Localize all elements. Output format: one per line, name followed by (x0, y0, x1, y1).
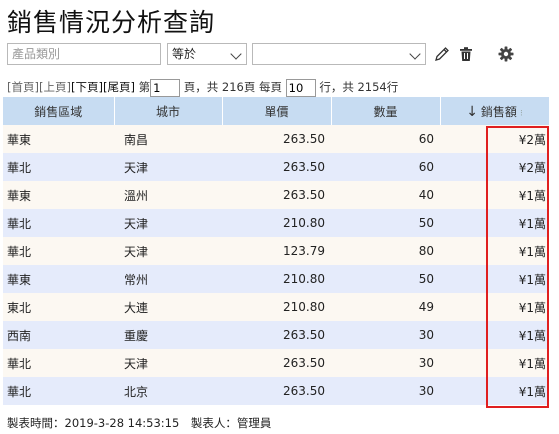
sort-desc-icon: ↓ (466, 103, 478, 120)
cell-city: 大連 (114, 293, 222, 321)
cell-region: 華北 (3, 349, 114, 377)
cell-region: 華北 (3, 209, 114, 237)
table-row[interactable]: 華北 北京 263.50 30 ¥1萬 (3, 377, 549, 405)
first-page-link[interactable]: [首頁] (7, 80, 39, 94)
cell-sales: ¥1萬 (440, 237, 549, 265)
column-header-city[interactable]: 城市 (114, 97, 223, 125)
cell-city: 天津 (114, 349, 222, 377)
cell-region: 華東 (3, 181, 114, 209)
operator-select[interactable]: 等於 (167, 43, 247, 65)
cell-region: 西南 (3, 321, 114, 349)
table-row[interactable]: 華北 天津 263.50 30 ¥1萬 (3, 349, 549, 377)
cell-qty: 60 (331, 125, 440, 153)
cell-region: 華北 (3, 153, 114, 181)
cell-price: 210.80 (222, 209, 331, 237)
cell-price: 263.50 (222, 125, 331, 153)
column-header-region[interactable]: 銷售區域 (3, 97, 115, 125)
report-footer: 製表時間：2019-3-28 14:53:15 製表人：管理員 (7, 416, 272, 430)
cell-qty: 80 (331, 237, 440, 265)
table-row[interactable]: 華北 天津 123.79 80 ¥1萬 (3, 237, 549, 265)
prev-page-link[interactable]: [上頁] (39, 80, 71, 94)
column-header-price[interactable]: 單價 (222, 97, 332, 125)
table-row[interactable]: 東北 大連 210.80 49 ¥1萬 (3, 293, 549, 321)
cell-qty: 30 (331, 377, 440, 405)
cell-city: 南昌 (114, 125, 222, 153)
next-page-link[interactable]: [下頁] (71, 80, 103, 94)
table-row[interactable]: 西南 重慶 263.50 30 ¥1萬 (3, 321, 549, 349)
cell-sales: ¥2萬 (440, 153, 549, 181)
value-select[interactable] (252, 43, 426, 65)
filter-bar: 產品類別 等於 (7, 43, 547, 65)
page-prefix: 第 (138, 80, 151, 94)
cell-qty: 50 (331, 265, 440, 293)
cell-sales: ¥1萬 (440, 293, 549, 321)
cell-price: 263.50 (222, 181, 331, 209)
cell-region: 華北 (3, 377, 114, 405)
cell-price: 210.80 (222, 293, 331, 321)
trash-icon (460, 47, 472, 61)
settings-button[interactable] (495, 43, 517, 65)
cell-price: 210.80 (222, 265, 331, 293)
cell-city: 天津 (114, 209, 222, 237)
last-page-link[interactable]: [尾頁] (103, 80, 135, 94)
pagination-bar: [首頁][上頁][下頁][尾頁] 第 頁，共 216頁 每頁 行，共 2154行 (7, 77, 398, 97)
sales-table: 銷售區域 城市 單價 數量 ↓ 銷售額 ⁝ 華東 南昌 263.50 60 ¥2萬 華北 天津 2… (3, 97, 550, 405)
cell-city: 常州 (114, 265, 222, 293)
page-title: 銷售情況分析查詢 (7, 8, 216, 37)
gear-icon (498, 46, 514, 62)
cell-region: 東北 (3, 293, 114, 321)
cell-price: 263.50 (222, 321, 331, 349)
cell-qty: 50 (331, 209, 440, 237)
chevron-down-icon (409, 48, 421, 60)
rows-summary: 行，共 2154行 (319, 80, 399, 94)
table-row[interactable]: 華東 南昌 263.50 60 ¥2萬 (3, 125, 549, 153)
cell-sales: ¥1萬 (440, 349, 549, 377)
delete-button[interactable] (455, 43, 477, 65)
table-row[interactable]: 華東 溫州 263.50 40 ¥1萬 (3, 181, 549, 209)
sort-handle-icon: ⁝ (519, 108, 523, 119)
cell-region: 華北 (3, 237, 114, 265)
table-row[interactable]: 華北 天津 263.50 60 ¥2萬 (3, 153, 549, 181)
cell-qty: 30 (331, 321, 440, 349)
cell-qty: 49 (331, 293, 440, 321)
rows-per-page-input[interactable] (285, 78, 316, 97)
cell-price: 263.50 (222, 349, 331, 377)
edit-button[interactable] (431, 43, 453, 65)
cell-price: 263.50 (222, 377, 331, 405)
cell-city: 天津 (114, 237, 222, 265)
table-row[interactable]: 華北 天津 210.80 50 ¥1萬 (3, 209, 549, 237)
column-header-sales[interactable]: ↓ 銷售額 ⁝ (440, 97, 550, 125)
table-row[interactable]: 華東 常州 210.80 50 ¥1萬 (3, 265, 549, 293)
page-summary: 頁，共 216頁 每頁 (183, 80, 283, 94)
cell-sales: ¥1萬 (440, 377, 549, 405)
column-header-qty[interactable]: 數量 (331, 97, 441, 125)
page-number-input[interactable] (150, 78, 181, 97)
cell-price: 263.50 (222, 153, 331, 181)
cell-sales: ¥2萬 (440, 125, 549, 153)
table-header-row: 銷售區域 城市 單價 數量 ↓ 銷售額 ⁝ (3, 97, 550, 125)
cell-price: 123.79 (222, 237, 331, 265)
pencil-icon (435, 47, 449, 61)
cell-city: 北京 (114, 377, 222, 405)
cell-city: 重慶 (114, 321, 222, 349)
cell-city: 天津 (114, 153, 222, 181)
cell-qty: 60 (331, 153, 440, 181)
column-header-sales-label: 銷售額 (480, 104, 517, 119)
chevron-down-icon (230, 48, 242, 60)
cell-region: 華東 (3, 265, 114, 293)
cell-sales: ¥1萬 (440, 265, 549, 293)
operator-label: 等於 (172, 47, 197, 61)
cell-region: 華東 (3, 125, 114, 153)
category-field[interactable]: 產品類別 (7, 43, 161, 65)
cell-sales: ¥1萬 (440, 321, 549, 349)
cell-qty: 30 (331, 349, 440, 377)
cell-city: 溫州 (114, 181, 222, 209)
cell-sales: ¥1萬 (440, 181, 549, 209)
cell-sales: ¥1萬 (440, 209, 549, 237)
cell-qty: 40 (331, 181, 440, 209)
